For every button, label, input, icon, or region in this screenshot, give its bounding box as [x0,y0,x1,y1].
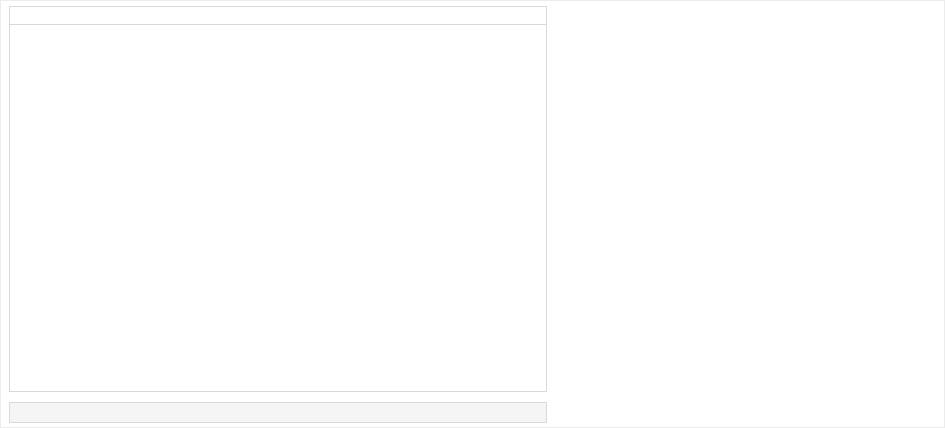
footer-bar [9,402,547,423]
page [0,0,945,428]
chart-header [10,7,546,25]
chart-widget [9,6,547,392]
